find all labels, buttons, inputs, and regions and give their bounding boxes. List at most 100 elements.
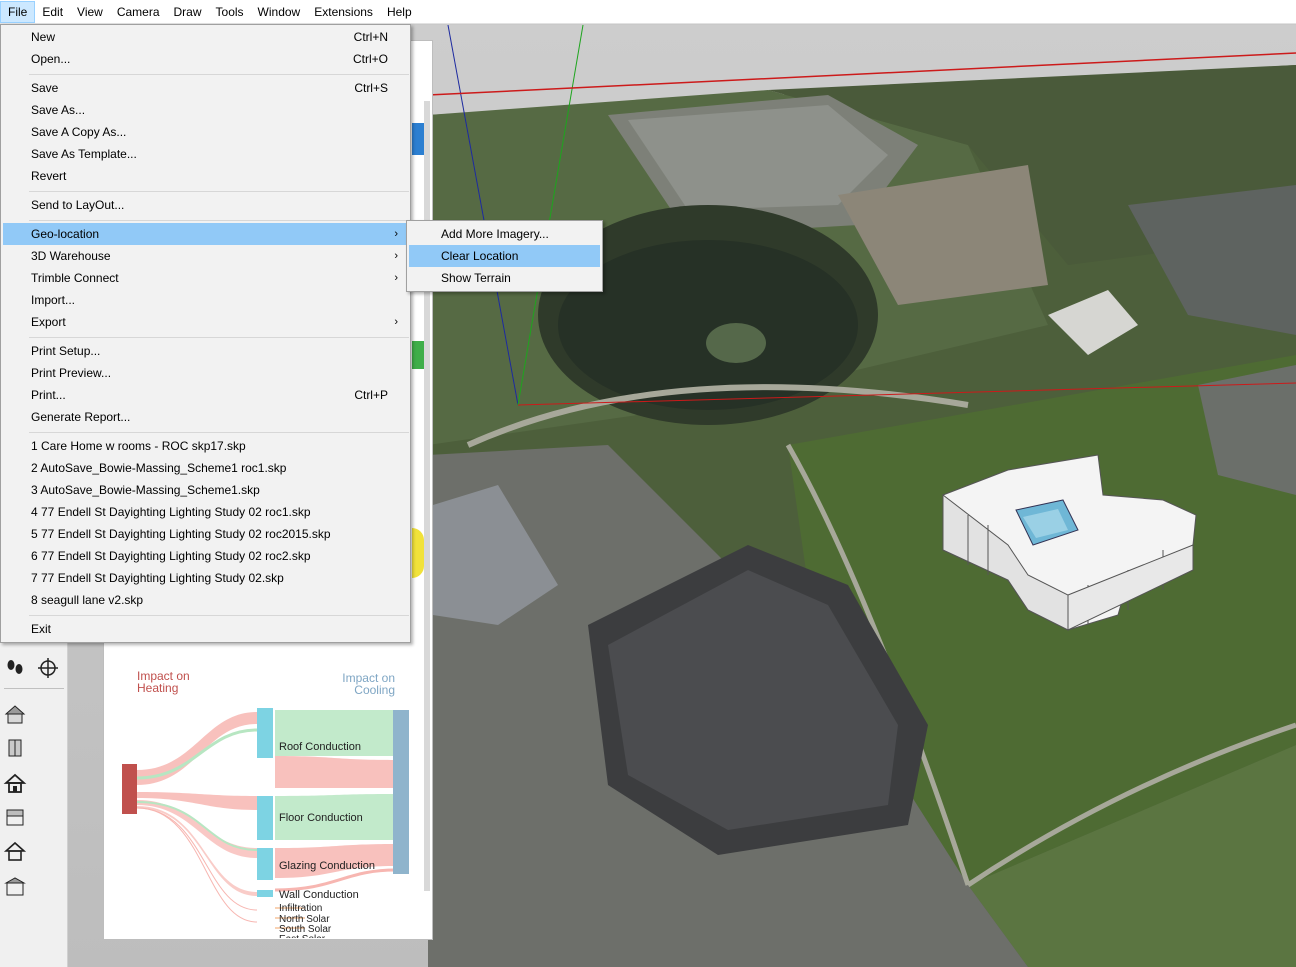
menu-bar: File Edit View Camera Draw Tools Window … [0, 0, 1296, 24]
menu-item-recent-file[interactable]: 8 seagull lane v2.skp [3, 589, 408, 611]
sankey-node-label: Glazing Conduction [279, 860, 376, 872]
menu-separator [29, 74, 409, 75]
chevron-right-icon: › [394, 272, 398, 284]
menu-edit[interactable]: Edit [35, 1, 70, 23]
tray-green-button[interactable] [412, 341, 424, 369]
menu-item-trimble-connect[interactable]: Trimble Connect › [3, 267, 408, 289]
menu-item-clear-location[interactable]: Clear Location [409, 245, 600, 267]
file-menu-dropdown: New Ctrl+N Open... Ctrl+O Save Ctrl+S Save … [0, 24, 411, 643]
menu-item-label: 1 Care Home w rooms - ROC skp17.skp [31, 439, 246, 453]
menu-item-shortcut: Ctrl+P [354, 388, 388, 402]
box-icon[interactable] [1, 734, 29, 762]
position-camera-icon[interactable] [34, 654, 62, 682]
menu-item-label: 3D Warehouse [31, 249, 111, 263]
sankey-node-label: East Solar [279, 934, 325, 938]
menu-item-label: Export [31, 315, 66, 329]
menu-item-geo-location[interactable]: Geo-location › [3, 223, 408, 245]
menu-separator [29, 432, 409, 433]
menu-separator [29, 220, 409, 221]
menu-item-label: Print Preview... [31, 366, 112, 380]
menu-item-label: New [31, 30, 56, 44]
menu-item-label: 6 77 Endell St Dayighting Lighting Study… [31, 549, 311, 563]
menu-camera[interactable]: Camera [110, 1, 167, 23]
menu-item-shortcut: Ctrl+S [354, 81, 388, 95]
menu-item-send-to-layout[interactable]: Send to LayOut... [3, 194, 408, 216]
menu-item-print-setup[interactable]: Print Setup... [3, 340, 408, 362]
chevron-right-icon: › [394, 250, 398, 262]
menu-file[interactable]: File [0, 0, 36, 23]
menu-item-generate-report[interactable]: Generate Report... [3, 406, 408, 428]
menu-item-revert[interactable]: Revert [3, 165, 408, 187]
menu-item-save-as[interactable]: Save As... [3, 99, 408, 121]
menu-help[interactable]: Help [380, 1, 419, 23]
menu-item-recent-file[interactable]: 3 AutoSave_Bowie-Massing_Scheme1.skp [3, 479, 408, 501]
house-outline-icon[interactable] [1, 769, 29, 797]
menu-item-recent-file[interactable]: 2 AutoSave_Bowie-Massing_Scheme1 roc1.sk… [3, 457, 408, 479]
menu-item-new[interactable]: New Ctrl+N [3, 26, 408, 48]
menu-item-label: Import... [31, 293, 76, 307]
menu-item-open[interactable]: Open... Ctrl+O [3, 48, 408, 70]
house-icon[interactable] [1, 700, 29, 728]
menu-extensions[interactable]: Extensions [307, 1, 380, 23]
chevron-right-icon: › [394, 316, 398, 328]
menu-item-label: Print Setup... [31, 344, 101, 358]
sankey-heating-title: Impact on Heating [137, 669, 190, 695]
sankey-diagram: Impact on Heating Impact on Cooling Roof… [105, 660, 425, 938]
tray-yellow-indicator [412, 528, 424, 578]
sankey-node-label: Wall Conduction [279, 889, 359, 901]
menu-item-recent-file[interactable]: 7 77 Endell St Dayighting Lighting Study… [3, 567, 408, 589]
menu-item-print-preview[interactable]: Print Preview... [3, 362, 408, 384]
sankey-node-label: Infiltration [279, 903, 323, 914]
menu-view[interactable]: View [70, 1, 110, 23]
menu-item-recent-file[interactable]: 1 Care Home w rooms - ROC skp17.skp [3, 435, 408, 457]
menu-item-import[interactable]: Import... [3, 289, 408, 311]
menu-item-label: Open... [31, 52, 71, 66]
menu-item-recent-file[interactable]: 6 77 Endell St Dayighting Lighting Study… [3, 545, 408, 567]
menu-item-recent-file[interactable]: 5 77 Endell St Dayighting Lighting Study… [3, 523, 408, 545]
menu-item-show-terrain[interactable]: Show Terrain [409, 267, 600, 289]
menu-window[interactable]: Window [251, 1, 308, 23]
house-icon-2[interactable] [1, 837, 29, 865]
menu-item-print[interactable]: Print... Ctrl+P [3, 384, 408, 406]
menu-item-label: Save As... [31, 103, 86, 117]
menu-item-label: 8 seagull lane v2.skp [31, 593, 144, 607]
menu-item-3d-warehouse[interactable]: 3D Warehouse › [3, 245, 408, 267]
menu-item-shortcut: Ctrl+N [353, 30, 388, 44]
menu-item-shortcut: Ctrl+O [352, 52, 388, 66]
sankey-node-label: Floor Conduction [279, 812, 363, 824]
menu-tools[interactable]: Tools [209, 1, 251, 23]
building-icon[interactable] [1, 803, 29, 831]
footprints-icon[interactable] [1, 654, 29, 682]
menu-item-recent-file[interactable]: 4 77 Endell St Dayighting Lighting Study… [3, 501, 408, 523]
menu-item-label: Revert [31, 169, 67, 183]
menu-item-label: 3 AutoSave_Bowie-Massing_Scheme1.skp [31, 483, 260, 497]
building-icon-2[interactable] [1, 872, 29, 900]
menu-item-label: 7 77 Endell St Dayighting Lighting Study… [31, 571, 284, 585]
menu-item-label: Save A Copy As... [31, 125, 127, 139]
menu-item-label: Geo-location [31, 227, 100, 241]
sankey-cooling-title: Impact on Cooling [342, 671, 395, 697]
menu-item-label: Save [31, 81, 59, 95]
menu-item-add-more-imagery[interactable]: Add More Imagery... [409, 223, 600, 245]
menu-item-export[interactable]: Export › [3, 311, 408, 333]
menu-item-save-as-template[interactable]: Save As Template... [3, 143, 408, 165]
geo-location-submenu: Add More Imagery... Clear Location Show … [406, 220, 603, 292]
toolbar-divider [4, 688, 64, 689]
menu-item-label: Generate Report... [31, 410, 131, 424]
menu-item-save[interactable]: Save Ctrl+S [3, 77, 408, 99]
menu-separator [29, 191, 409, 192]
tray-blue-button[interactable] [412, 123, 424, 155]
menu-separator [29, 337, 409, 338]
menu-item-save-copy-as[interactable]: Save A Copy As... [3, 121, 408, 143]
menu-item-exit[interactable]: Exit [3, 618, 408, 640]
chevron-right-icon: › [394, 228, 398, 240]
menu-item-label: Print... [31, 388, 66, 402]
menu-item-label: 2 AutoSave_Bowie-Massing_Scheme1 roc1.sk… [31, 461, 287, 475]
menu-item-label: Send to LayOut... [31, 198, 125, 212]
menu-draw[interactable]: Draw [167, 1, 209, 23]
menu-item-label: Save As Template... [31, 147, 137, 161]
sankey-flows [122, 708, 409, 929]
menu-item-label: Trimble Connect [31, 271, 119, 285]
menu-item-label: Exit [31, 622, 52, 636]
menu-item-label: 5 77 Endell St Dayighting Lighting Study… [31, 527, 331, 541]
